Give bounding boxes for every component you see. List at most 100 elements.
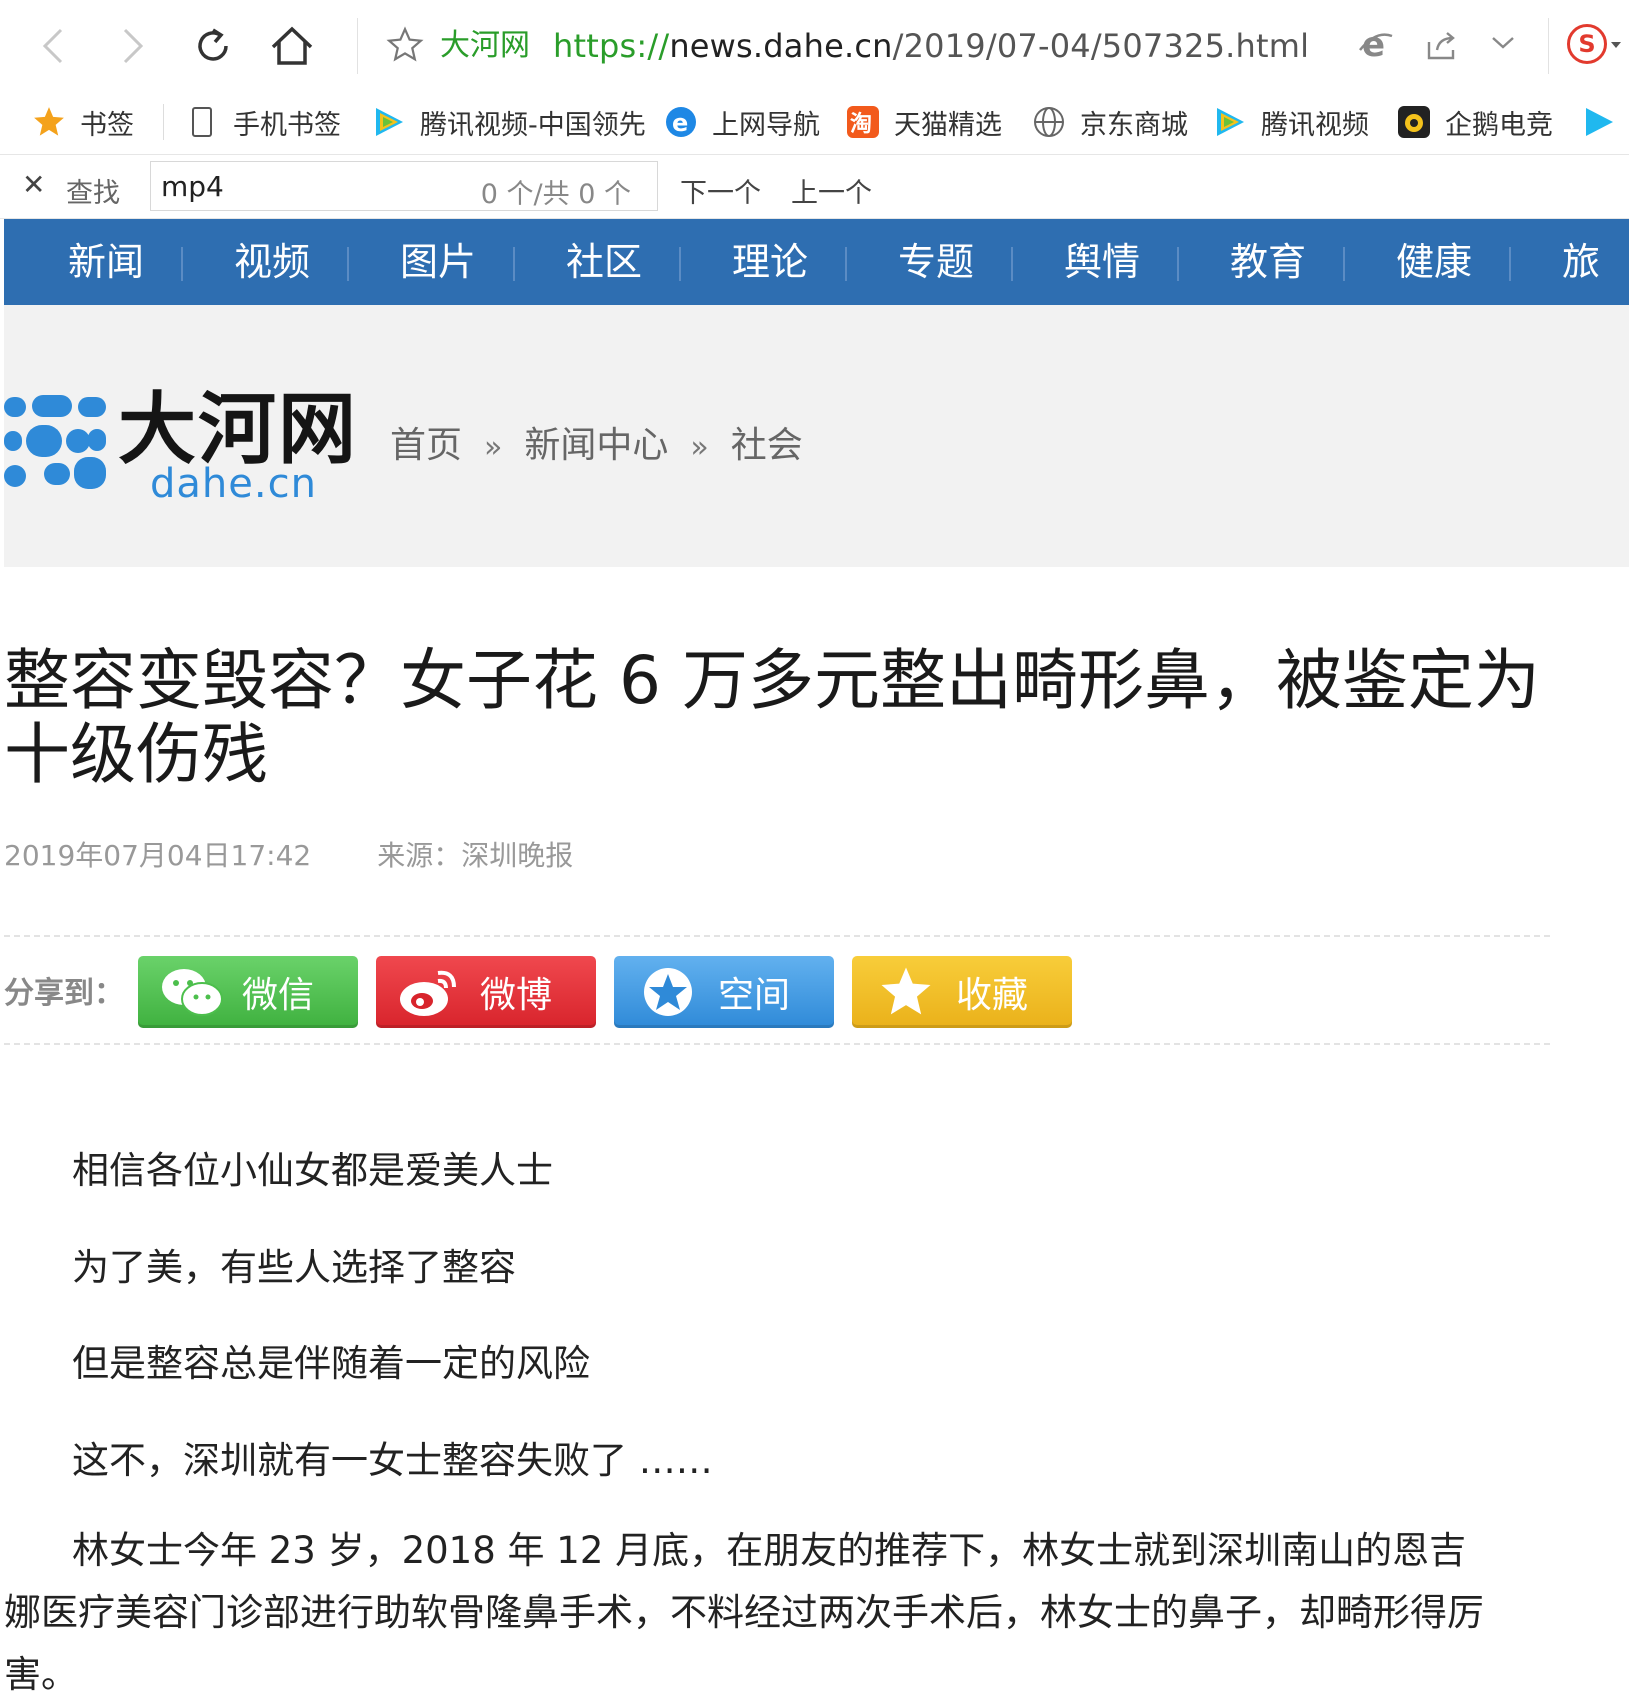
share-label: 分享到： — [4, 976, 124, 1011]
nav-item-community[interactable]: 社区 — [566, 219, 642, 305]
bookmark-separator — [163, 104, 164, 140]
nav-item-pictures[interactable]: 图片 — [400, 219, 476, 305]
nav-item-education[interactable]: 教育 — [1230, 219, 1306, 305]
bookmarks-bar: 书签 手机书签 腾讯视频-中国领先 e 上网导航 淘 天猫精选 京东商城 腾讯视… — [0, 90, 1629, 155]
penguin-esports-icon — [1397, 105, 1431, 139]
bookmark-label: 腾讯视频-中国领先 — [420, 109, 646, 141]
nav-item-travel[interactable]: 旅游 — [1562, 219, 1629, 305]
forward-button[interactable] — [108, 22, 156, 70]
bookmark-label: 天猫精选 — [894, 109, 1002, 141]
bookmark-item[interactable]: 企鹅电竞 — [1397, 102, 1553, 142]
back-arrow-icon — [42, 28, 63, 64]
share-qzone-label: 空间 — [718, 975, 791, 1016]
article-paragraph: 相信各位小仙女都是爱美人士 — [72, 1149, 553, 1192]
svg-text:e: e — [672, 109, 688, 137]
nav-item-theory[interactable]: 理论 — [732, 219, 808, 305]
bookmark-item[interactable]: 京东商城 — [1032, 102, 1188, 142]
close-icon[interactable]: ✕ — [22, 169, 45, 201]
bookmark-label: 手机书签 — [233, 109, 341, 141]
nav-divider — [845, 247, 847, 281]
article-paragraph: 为了美，有些人选择了整容 — [72, 1246, 516, 1289]
find-value: mp4 — [161, 170, 224, 203]
share-qzone-button[interactable]: 空间 — [614, 956, 834, 1028]
nav-divider — [1343, 247, 1345, 281]
share-favorite-button[interactable]: 收藏 — [852, 956, 1072, 1028]
chevron-down-icon[interactable] — [1490, 34, 1516, 52]
bookmark-item[interactable]: e 上网导航 — [664, 102, 820, 142]
url-field[interactable]: https://news.dahe.cn/2019/07-04/507325.h… — [553, 26, 1309, 66]
home-icon — [271, 26, 313, 65]
article-title: 整容变毁容？女子花 6 万多元整出畸形鼻，被鉴定为十级伤残 — [4, 642, 1540, 793]
breadcrumb-home[interactable]: 首页 — [390, 425, 462, 466]
tencent-video-icon — [1582, 105, 1616, 139]
breadcrumb-society[interactable]: 社会 — [731, 425, 803, 466]
nav-divider — [1509, 247, 1511, 281]
nav-divider — [347, 247, 349, 281]
site-nav: 新闻 视频 图片 社区 理论 专题 舆情 教育 健康 旅游 — [4, 219, 1629, 305]
article-date: 2019年07月04日17:42 — [4, 839, 312, 872]
breadcrumb-separator: » — [690, 430, 709, 465]
share-icon[interactable] — [1425, 30, 1459, 62]
share-weibo-button[interactable]: 微博 — [376, 956, 596, 1028]
find-next-button[interactable]: 下一个 — [680, 171, 761, 210]
bookmark-item[interactable]: 手机书签 — [185, 102, 341, 142]
find-prev-button[interactable]: 上一个 — [791, 171, 872, 210]
bookmark-label: 腾讯视频 — [1261, 109, 1369, 141]
wechat-icon — [160, 964, 224, 1020]
bookmark-item[interactable]: 书签 — [32, 102, 134, 142]
share-wechat-label: 微信 — [242, 975, 315, 1016]
logo-domain: dahe.cn — [150, 461, 317, 507]
qzone-icon — [636, 964, 700, 1020]
breadcrumb: 首页 » 新闻中心 » 社会 — [390, 416, 803, 468]
address-separator — [357, 18, 358, 74]
find-bar: ✕ 查找 mp4 0 个/共 0 个 下一个 上一个 — [0, 155, 1629, 219]
refresh-button[interactable] — [189, 22, 237, 70]
caret-down-icon[interactable] — [1611, 42, 1621, 48]
find-count: 0 个/共 0 个 — [480, 179, 631, 210]
bookmark-label: 上网导航 — [712, 109, 820, 141]
article-paragraph: 但是整容总是伴随着一定的风险 — [72, 1342, 590, 1385]
refresh-icon — [198, 28, 228, 61]
site-name: 大河网 — [440, 28, 530, 63]
nav-divider — [1011, 247, 1013, 281]
favorite-star-icon[interactable] — [386, 26, 424, 64]
bookmark-overflow[interactable] — [1582, 102, 1629, 142]
sogou-icon[interactable]: S — [1567, 24, 1607, 64]
article-paragraph: 林女士今年 23 岁，2018 年 12 月底，在朋友的推荐下，林女士就到深圳南… — [4, 1529, 1484, 1696]
nav-divider — [181, 247, 183, 281]
bookmark-item[interactable]: 腾讯视频 — [1213, 102, 1369, 142]
nav-item-health[interactable]: 健康 — [1396, 219, 1472, 305]
ie-compat-icon[interactable]: e — [1358, 28, 1394, 62]
nav-item-news[interactable]: 新闻 — [68, 219, 144, 305]
divider — [4, 935, 1550, 937]
url-host: news.dahe.cn — [669, 27, 893, 65]
breadcrumb-news-center[interactable]: 新闻中心 — [524, 425, 668, 466]
bookmark-item[interactable]: 腾讯视频-中国领先 — [372, 102, 646, 142]
find-input[interactable]: mp4 0 个/共 0 个 — [150, 161, 658, 211]
bookmark-label: 书签 — [80, 109, 134, 141]
share-favorite-label: 收藏 — [956, 975, 1029, 1016]
tencent-video-icon — [372, 105, 406, 139]
address-bar: 大河网 https://news.dahe.cn/2019/07-04/5073… — [0, 0, 1629, 91]
article-meta: 2019年07月04日17:42 来源：深圳晚报 — [4, 834, 573, 874]
find-label: 查找 — [66, 178, 120, 209]
nav-item-public-opinion[interactable]: 舆情 — [1064, 219, 1140, 305]
home-button[interactable] — [268, 22, 316, 70]
divider — [4, 1043, 1550, 1045]
share-weibo-label: 微博 — [480, 975, 553, 1016]
bookmark-label: 企鹅电竞 — [1445, 109, 1553, 141]
globe-icon — [1032, 105, 1066, 139]
nav-item-topics[interactable]: 专题 — [898, 219, 974, 305]
article-source: 来源：深圳晚报 — [377, 839, 574, 872]
share-wechat-button[interactable]: 微信 — [138, 956, 358, 1028]
nav-divider — [679, 247, 681, 281]
nav-divider — [1177, 247, 1179, 281]
star-icon — [874, 964, 938, 1020]
bookmark-item[interactable]: 淘 天猫精选 — [846, 102, 1002, 142]
back-button[interactable] — [30, 22, 78, 70]
bookmark-label: 京东商城 — [1080, 109, 1188, 141]
url-path: /2019/07-04/507325.html — [892, 27, 1310, 65]
nav-item-video[interactable]: 视频 — [234, 219, 310, 305]
nav-divider — [513, 247, 515, 281]
ie-icon: e — [664, 105, 698, 139]
